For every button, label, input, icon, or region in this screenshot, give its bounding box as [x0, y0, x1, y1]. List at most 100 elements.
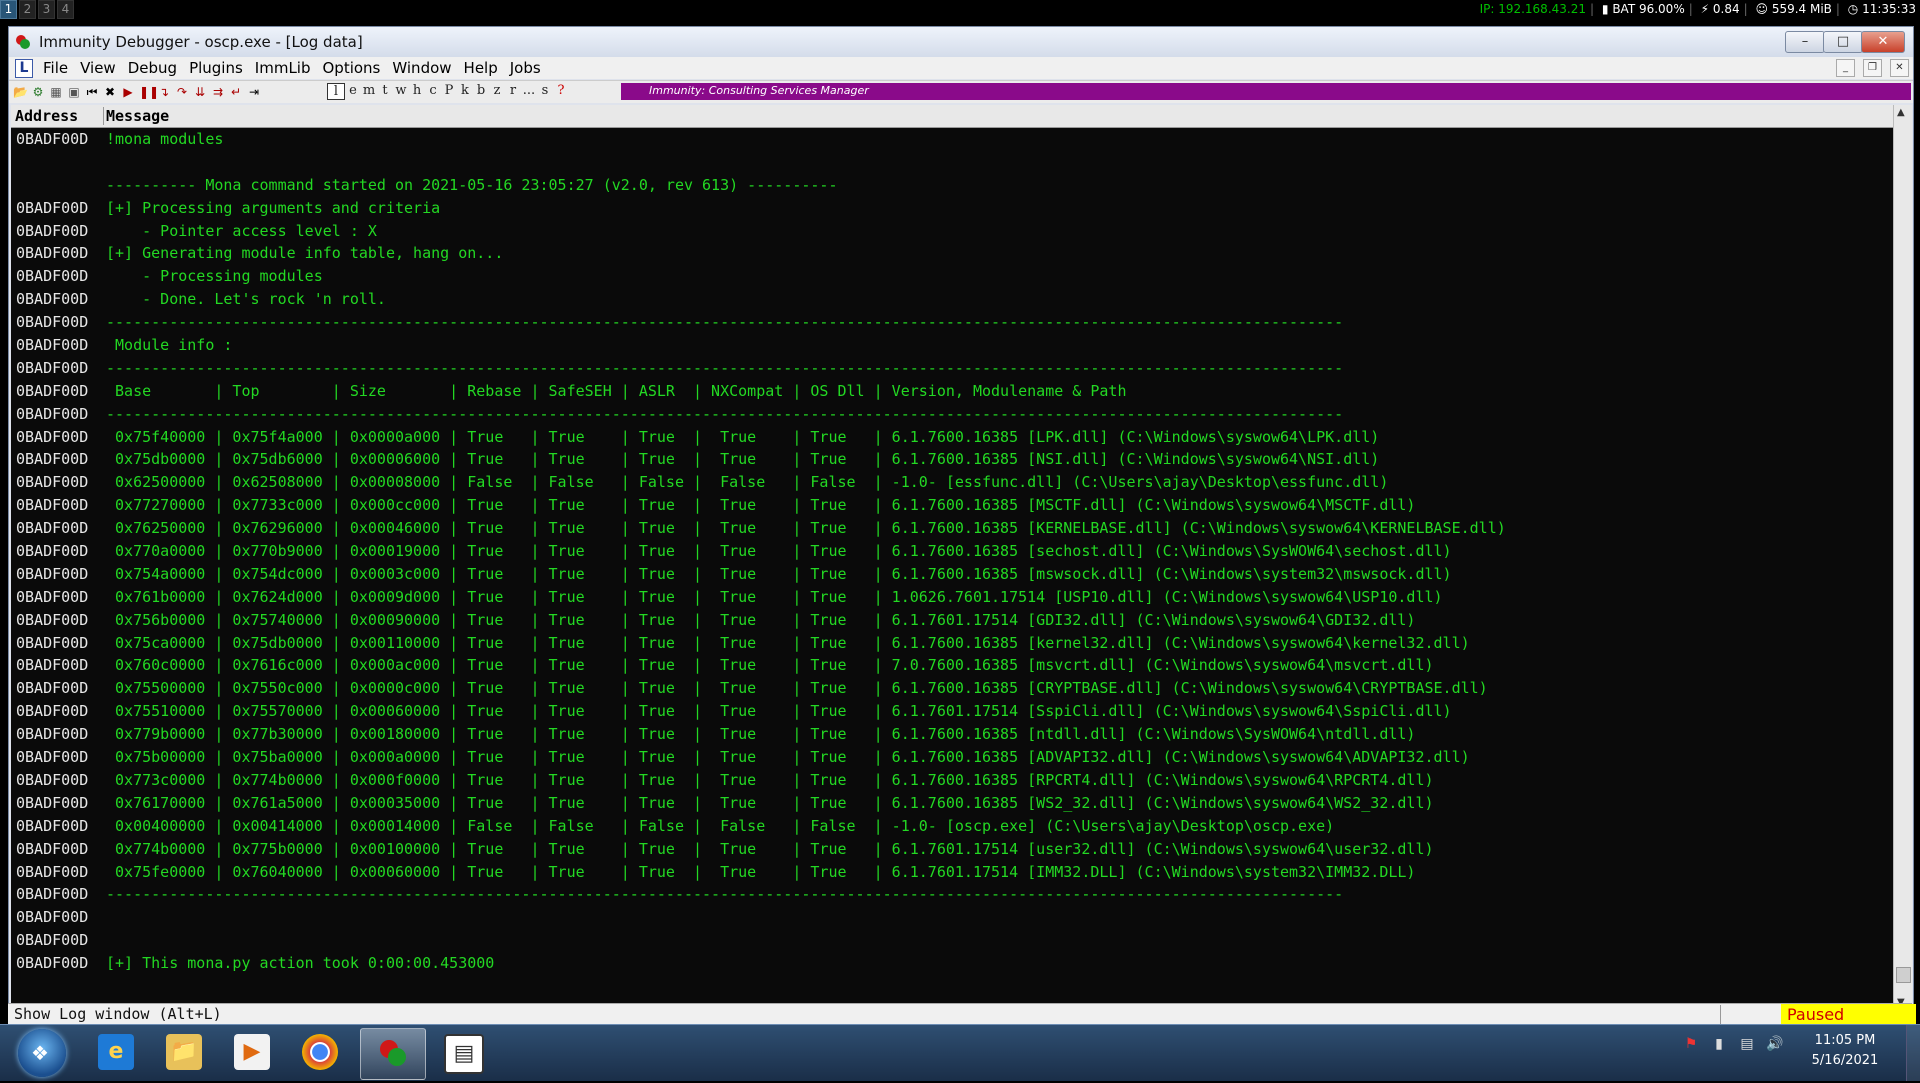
taskbar-explorer[interactable]: 📁: [152, 1028, 216, 1078]
log-row[interactable]: 0BADF00D: [11, 929, 1893, 952]
shortcut-cpu[interactable]: c: [425, 83, 441, 100]
trace-into-icon[interactable]: ⇊: [193, 85, 207, 99]
power-icon[interactable]: ▮: [1708, 1033, 1730, 1055]
log-row[interactable]: 0BADF00D 0x761b0000 | 0x7624d000 | 0x000…: [11, 586, 1893, 609]
window-titlebar[interactable]: Immunity Debugger - oscp.exe - [Log data…: [9, 27, 1913, 57]
shortcut-memory-map[interactable]: m: [361, 83, 377, 100]
scroll-up-icon[interactable]: ▲: [1897, 107, 1905, 118]
shortcut-source[interactable]: s: [537, 83, 553, 100]
shortcut-breakpoints[interactable]: b: [473, 83, 489, 100]
log-row[interactable]: 0BADF00D 0x75b00000 | 0x75ba0000 | 0x000…: [11, 746, 1893, 769]
volume-icon[interactable]: 🔊: [1764, 1033, 1786, 1055]
close-debuggee-icon[interactable]: ▣: [67, 85, 81, 99]
menu-file[interactable]: File: [43, 59, 68, 77]
log-row[interactable]: 0BADF00D 0x00400000 | 0x00414000 | 0x000…: [11, 815, 1893, 838]
log-row[interactable]: 0BADF00D 0x75510000 | 0x75570000 | 0x000…: [11, 700, 1893, 723]
step-into-icon[interactable]: ↴: [157, 85, 171, 99]
log-row[interactable]: 0BADF00D 0x76250000 | 0x76296000 | 0x000…: [11, 517, 1893, 540]
log-row[interactable]: 0BADF00D [+] Generating module info table…: [11, 242, 1893, 265]
log-row[interactable]: 0BADF00D 0x75500000 | 0x7550c000 | 0x000…: [11, 677, 1893, 700]
mdi-restore-icon[interactable]: ❐: [1863, 59, 1882, 77]
log-row[interactable]: 0BADF00D 0x774b0000 | 0x775b0000 | 0x001…: [11, 838, 1893, 861]
log-row[interactable]: 0BADF00D [+] Processing arguments and cri…: [11, 197, 1893, 220]
shortcut-handles[interactable]: h: [409, 83, 425, 100]
taskbar-clock[interactable]: 11:05 PM 5/16/2021: [1800, 1031, 1890, 1071]
log-row[interactable]: 0BADF00D 0x77270000 | 0x7733c000 | 0x000…: [11, 494, 1893, 517]
workspace-1[interactable]: 1: [0, 0, 17, 19]
log-row[interactable]: 0BADF00D: [11, 906, 1893, 929]
taskbar-document[interactable]: ▤: [430, 1028, 494, 1078]
log-row[interactable]: 0BADF00D 0x75f40000 | 0x75f4a000 | 0x000…: [11, 426, 1893, 449]
workspace-2[interactable]: 2: [19, 0, 36, 19]
log-row[interactable]: 0BADF00D --------------------------------…: [11, 357, 1893, 380]
log-row[interactable]: 0BADF00D - Pointer access level : X: [11, 220, 1893, 243]
log-data-pane[interactable]: Address Message 0BADF00D !mona modules ---…: [11, 105, 1893, 1010]
log-row[interactable]: 0BADF00D 0x75fe0000 | 0x76040000 | 0x000…: [11, 861, 1893, 884]
log-row[interactable]: 0BADF00D 0x779b0000 | 0x77b30000 | 0x001…: [11, 723, 1893, 746]
goto-icon[interactable]: ⇥: [247, 85, 261, 99]
run-icon[interactable]: ▶: [121, 85, 135, 99]
start-button[interactable]: ❖: [18, 1029, 66, 1077]
help-icon[interactable]: ?: [553, 83, 569, 100]
attach-icon[interactable]: ⚙: [31, 85, 45, 99]
cpu-window-icon[interactable]: ▦: [49, 85, 63, 99]
pause-icon[interactable]: ❚❚: [139, 85, 159, 99]
shortcut-call-stack[interactable]: k: [457, 83, 473, 100]
log-row[interactable]: 0BADF00D 0x76170000 | 0x761a5000 | 0x000…: [11, 792, 1893, 815]
mdi-minimize-icon[interactable]: _: [1836, 59, 1855, 77]
shortcut-patches[interactable]: P: [441, 83, 457, 100]
log-row[interactable]: 0BADF00D 0x770a0000 | 0x770b9000 | 0x000…: [11, 540, 1893, 563]
close-button[interactable]: ✕: [1861, 31, 1905, 53]
step-over-icon[interactable]: ↷: [175, 85, 189, 99]
taskbar-media-player[interactable]: ▶: [220, 1028, 284, 1078]
shortcut-z[interactable]: z: [489, 83, 505, 100]
log-row[interactable]: 0BADF00D 0x773c0000 | 0x774b0000 | 0x000…: [11, 769, 1893, 792]
log-row[interactable]: [11, 151, 1893, 174]
menu-view[interactable]: View: [80, 59, 116, 77]
log-row[interactable]: 0BADF00D 0x62500000 | 0x62508000 | 0x000…: [11, 471, 1893, 494]
network-icon[interactable]: ▤: [1736, 1033, 1758, 1055]
menu-options[interactable]: Options: [323, 59, 381, 77]
menu-debug[interactable]: Debug: [128, 59, 177, 77]
menu-immlib[interactable]: ImmLib: [255, 59, 311, 77]
execute-till-return-icon[interactable]: ↵: [229, 85, 243, 99]
mdi-close-icon[interactable]: ✕: [1890, 59, 1909, 77]
log-window-icon[interactable]: L: [15, 59, 33, 78]
shortcut-run-trace[interactable]: ...: [521, 83, 537, 100]
message-column-header[interactable]: Message: [106, 107, 169, 125]
show-desktop-button[interactable]: [1906, 1025, 1920, 1081]
log-row[interactable]: 0BADF00D --------------------------------…: [11, 403, 1893, 426]
terminate-icon[interactable]: ✖: [103, 85, 117, 99]
log-row[interactable]: 0BADF00D 0x75db0000 | 0x75db6000 | 0x000…: [11, 448, 1893, 471]
taskbar-internet-explorer[interactable]: e: [84, 1028, 148, 1078]
taskbar-chrome[interactable]: [288, 1028, 352, 1078]
log-row[interactable]: 0BADF00D --------------------------------…: [11, 883, 1893, 906]
log-row[interactable]: 0BADF00D Module info :: [11, 334, 1893, 357]
log-row[interactable]: 0BADF00D 0x756b0000 | 0x75740000 | 0x000…: [11, 609, 1893, 632]
restart-icon[interactable]: ⏮: [85, 85, 99, 99]
shortcut-references[interactable]: r: [505, 83, 521, 100]
menu-plugins[interactable]: Plugins: [189, 59, 243, 77]
log-row[interactable]: ---------- Mona command started on 2021-…: [11, 174, 1893, 197]
menu-window[interactable]: Window: [392, 59, 451, 77]
trace-over-icon[interactable]: ⇉: [211, 85, 225, 99]
maximize-button[interactable]: □: [1823, 31, 1863, 53]
log-row[interactable]: 0BADF00D 0x760c0000 | 0x7616c000 | 0x000…: [11, 654, 1893, 677]
open-folder-icon[interactable]: 📂: [13, 85, 28, 99]
taskbar-immunity-debugger[interactable]: [360, 1028, 426, 1080]
workspace-3[interactable]: 3: [38, 0, 55, 19]
minimize-button[interactable]: –: [1785, 31, 1825, 53]
log-scrollbar[interactable]: ▲ ▼: [1893, 105, 1912, 1010]
shortcut-windows[interactable]: w: [393, 83, 409, 100]
workspace-4[interactable]: 4: [57, 0, 74, 19]
log-row[interactable]: 0BADF00D - Processing modules: [11, 265, 1893, 288]
shortcut-threads[interactable]: t: [377, 83, 393, 100]
log-row[interactable]: 0BADF00D --------------------------------…: [11, 311, 1893, 334]
log-row[interactable]: 0BADF00D - Done. Let's rock 'n roll.: [11, 288, 1893, 311]
scroll-thumb[interactable]: [1896, 967, 1911, 983]
log-row[interactable]: 0BADF00D 0x754a0000 | 0x754dc000 | 0x000…: [11, 563, 1893, 586]
shortcut-executable-modules[interactable]: e: [345, 83, 361, 100]
address-column-header[interactable]: Address: [13, 107, 104, 125]
menu-help[interactable]: Help: [464, 59, 498, 77]
menu-jobs[interactable]: Jobs: [510, 59, 541, 77]
